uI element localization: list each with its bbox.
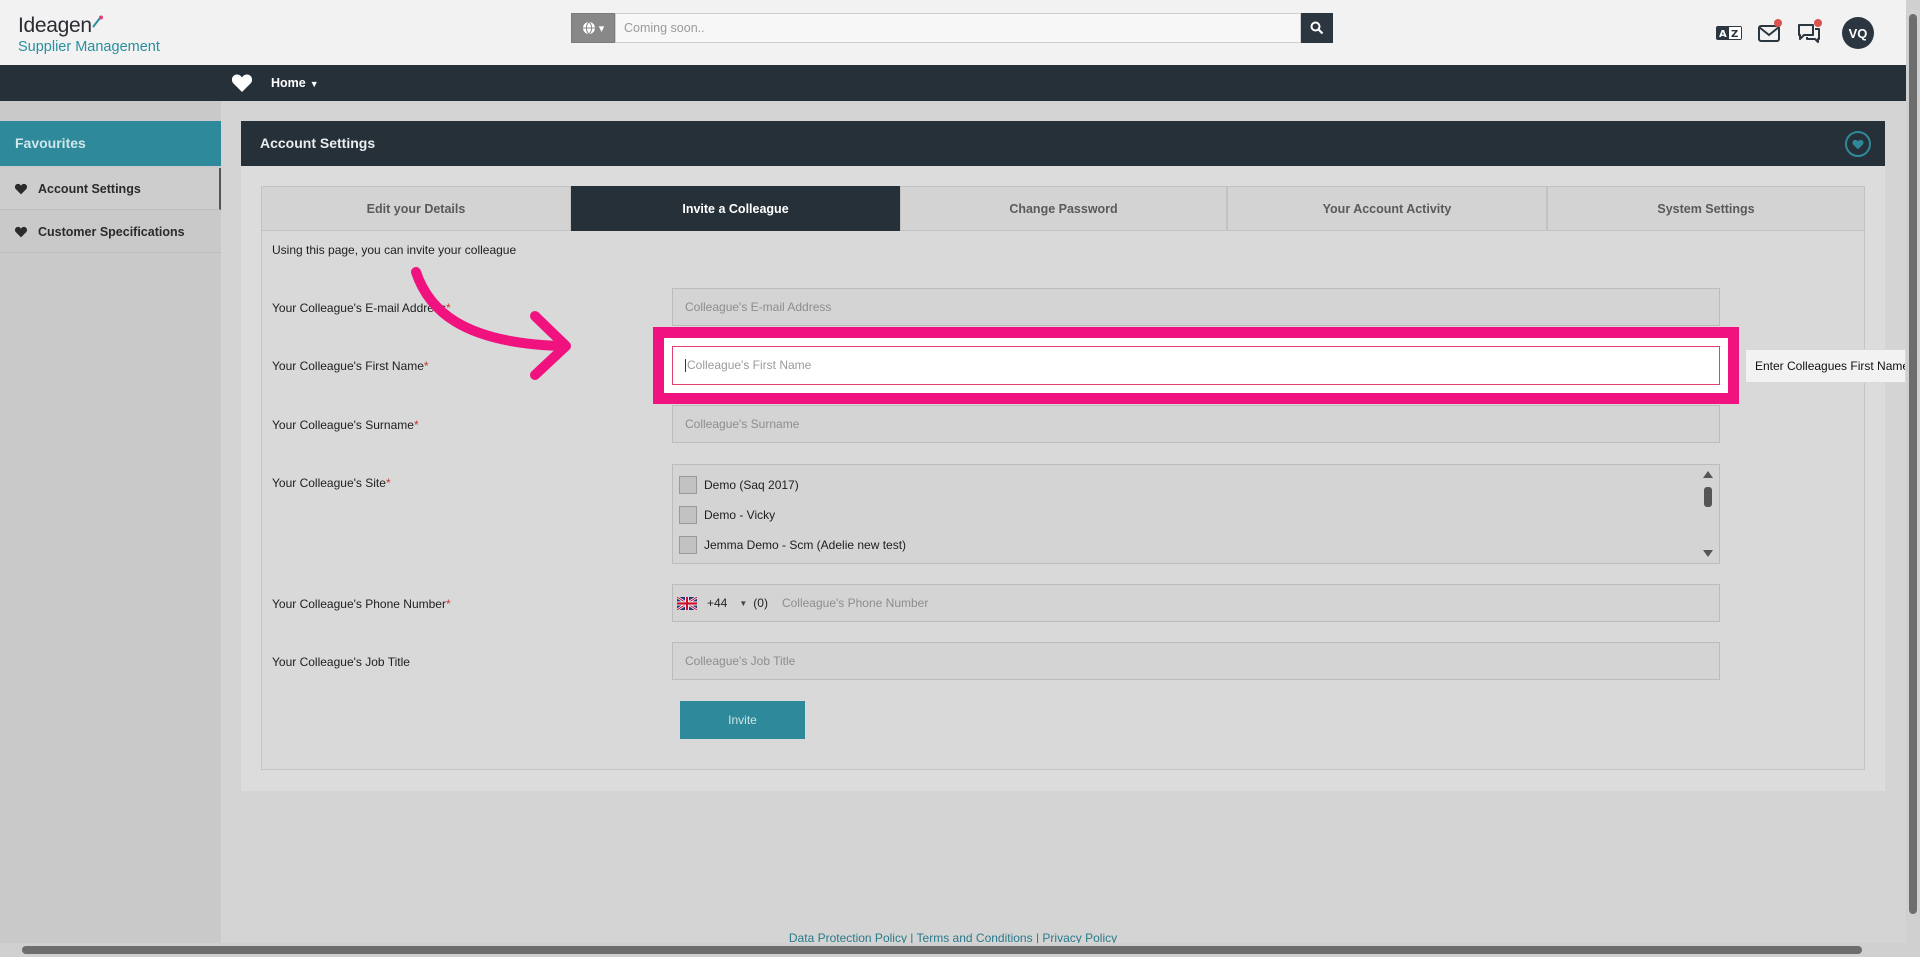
site-option-label: Demo (Saq 2017) [704,478,799,492]
sidebar-item-label: Account Settings [38,181,141,196]
trunk-prefix: (0) [753,596,768,610]
caret-down-icon: ▼ [309,79,319,89]
pointer-arrow-icon [411,267,571,380]
site-option[interactable]: Demo - Vicky [679,506,775,524]
messages-button[interactable] [1756,19,1782,44]
logo[interactable]: Ideagen Supplier Management [18,14,160,55]
heart-icon[interactable] [231,73,253,93]
vertical-scroll-thumb[interactable] [1909,14,1917,914]
required-mark: * [385,476,391,490]
horizontal-scroll-thumb[interactable] [22,946,1862,954]
first-name-field[interactable]: Colleague's First Name [672,346,1720,385]
svg-text:Z: Z [1731,29,1738,40]
phone-input[interactable]: Colleague's Phone Number [782,596,928,610]
dial-code[interactable]: +44 [707,596,727,610]
notification-dot [1814,19,1822,27]
heart-icon [14,183,28,194]
heart-icon [14,226,28,237]
site-checkbox[interactable] [679,506,697,524]
intro-text: Using this page, you can invite your col… [272,243,517,257]
header-actions: A Z VQ [1716,17,1874,49]
first-name-tooltip: Enter Colleagues First Name [1745,349,1906,383]
site-label: Your Colleague's Site* [272,476,391,490]
main-navbar: Home ▼ [0,65,1906,101]
page-title: Account Settings [260,135,376,151]
search-input[interactable]: Coming soon.. [615,13,1301,43]
tab-change-password[interactable]: Change Password [900,186,1227,231]
site-option[interactable]: Demo (Saq 2017) [679,476,799,494]
home-menu-label: Home [271,76,306,90]
language-dropdown[interactable]: ▾ [571,13,615,43]
sidebar-item-label: Customer Specifications [38,224,185,239]
invite-button[interactable]: Invite [680,701,805,739]
site-checkbox-list[interactable]: Demo (Saq 2017) Demo - Vicky Jemma Demo … [672,464,1720,564]
sidebar-item-customer-specifications[interactable]: Customer Specifications [0,211,221,253]
globe-icon [582,21,595,35]
home-menu[interactable]: Home ▼ [271,76,319,90]
site-checkbox[interactable] [679,536,697,554]
top-header: Ideagen Supplier Management ▾ Coming soo… [0,0,1906,65]
vertical-scrollbar[interactable] [1906,0,1920,943]
sidebar-title: Favourites [0,121,221,166]
translate-button[interactable]: A Z [1716,22,1742,44]
chevron-down-icon[interactable]: ▼ [739,599,747,608]
phone-label-text: Your Colleague's Phone Number [272,597,446,611]
avatar[interactable]: VQ [1842,17,1874,49]
phone-label: Your Colleague's Phone Number* [272,597,451,611]
job-title-field[interactable]: Colleague's Job Title [672,642,1720,680]
tab-account-activity[interactable]: Your Account Activity [1227,186,1547,231]
job-title-label: Your Colleague's Job Title [272,655,410,669]
chat-button[interactable] [1796,19,1822,44]
horizontal-scrollbar[interactable] [0,943,1920,957]
uk-flag-icon[interactable] [677,596,697,610]
list-scrollbar[interactable] [1704,487,1712,507]
svg-text:A: A [1719,29,1727,40]
notification-dot [1774,19,1782,27]
logo-mark-icon [92,15,103,28]
panel-header: Account Settings [241,121,1885,166]
envelope-icon [1758,24,1780,42]
site-label-text: Your Colleague's Site [272,476,386,490]
search-button[interactable] [1301,13,1333,43]
site-checkbox[interactable] [679,476,697,494]
scroll-up-icon[interactable] [1703,471,1713,478]
first-name-placeholder: Colleague's First Name [687,358,812,372]
tab-invite-colleague[interactable]: Invite a Colleague [571,186,900,231]
surname-label: Your Colleague's Surname* [272,418,419,432]
favourite-toggle[interactable] [1845,131,1871,157]
tab-system-settings[interactable]: System Settings [1547,186,1865,231]
sidebar-item-account-settings[interactable]: Account Settings [0,168,221,210]
global-search: ▾ Coming soon.. [571,13,1333,43]
account-tabs: Edit your Details Invite a Colleague Cha… [261,186,1865,231]
search-icon [1310,21,1324,35]
scroll-down-icon[interactable] [1703,550,1713,557]
logo-subtitle: Supplier Management [18,39,160,55]
surname-field[interactable]: Colleague's Surname [672,405,1720,443]
site-option-label: Jemma Demo - Scm (Adelie new test) [704,538,907,552]
heart-icon [1852,139,1864,149]
site-option[interactable]: Jemma Demo - Scm (Adelie new test) [679,536,906,554]
tab-edit-details[interactable]: Edit your Details [261,186,571,231]
text-cursor [685,359,686,373]
email-field[interactable]: Colleague's E-mail Address [672,288,1720,326]
phone-field[interactable]: +44 ▼ (0) Colleague's Phone Number [672,584,1720,622]
chevron-down-icon: ▾ [598,22,605,35]
translate-icon: A Z [1716,26,1742,40]
required-mark: * [445,597,451,611]
site-option-label: Demo - Vicky [704,508,776,522]
logo-wordmark: Ideagen [18,14,92,37]
surname-label-text: Your Colleague's Surname [272,418,414,432]
required-mark: * [413,418,419,432]
